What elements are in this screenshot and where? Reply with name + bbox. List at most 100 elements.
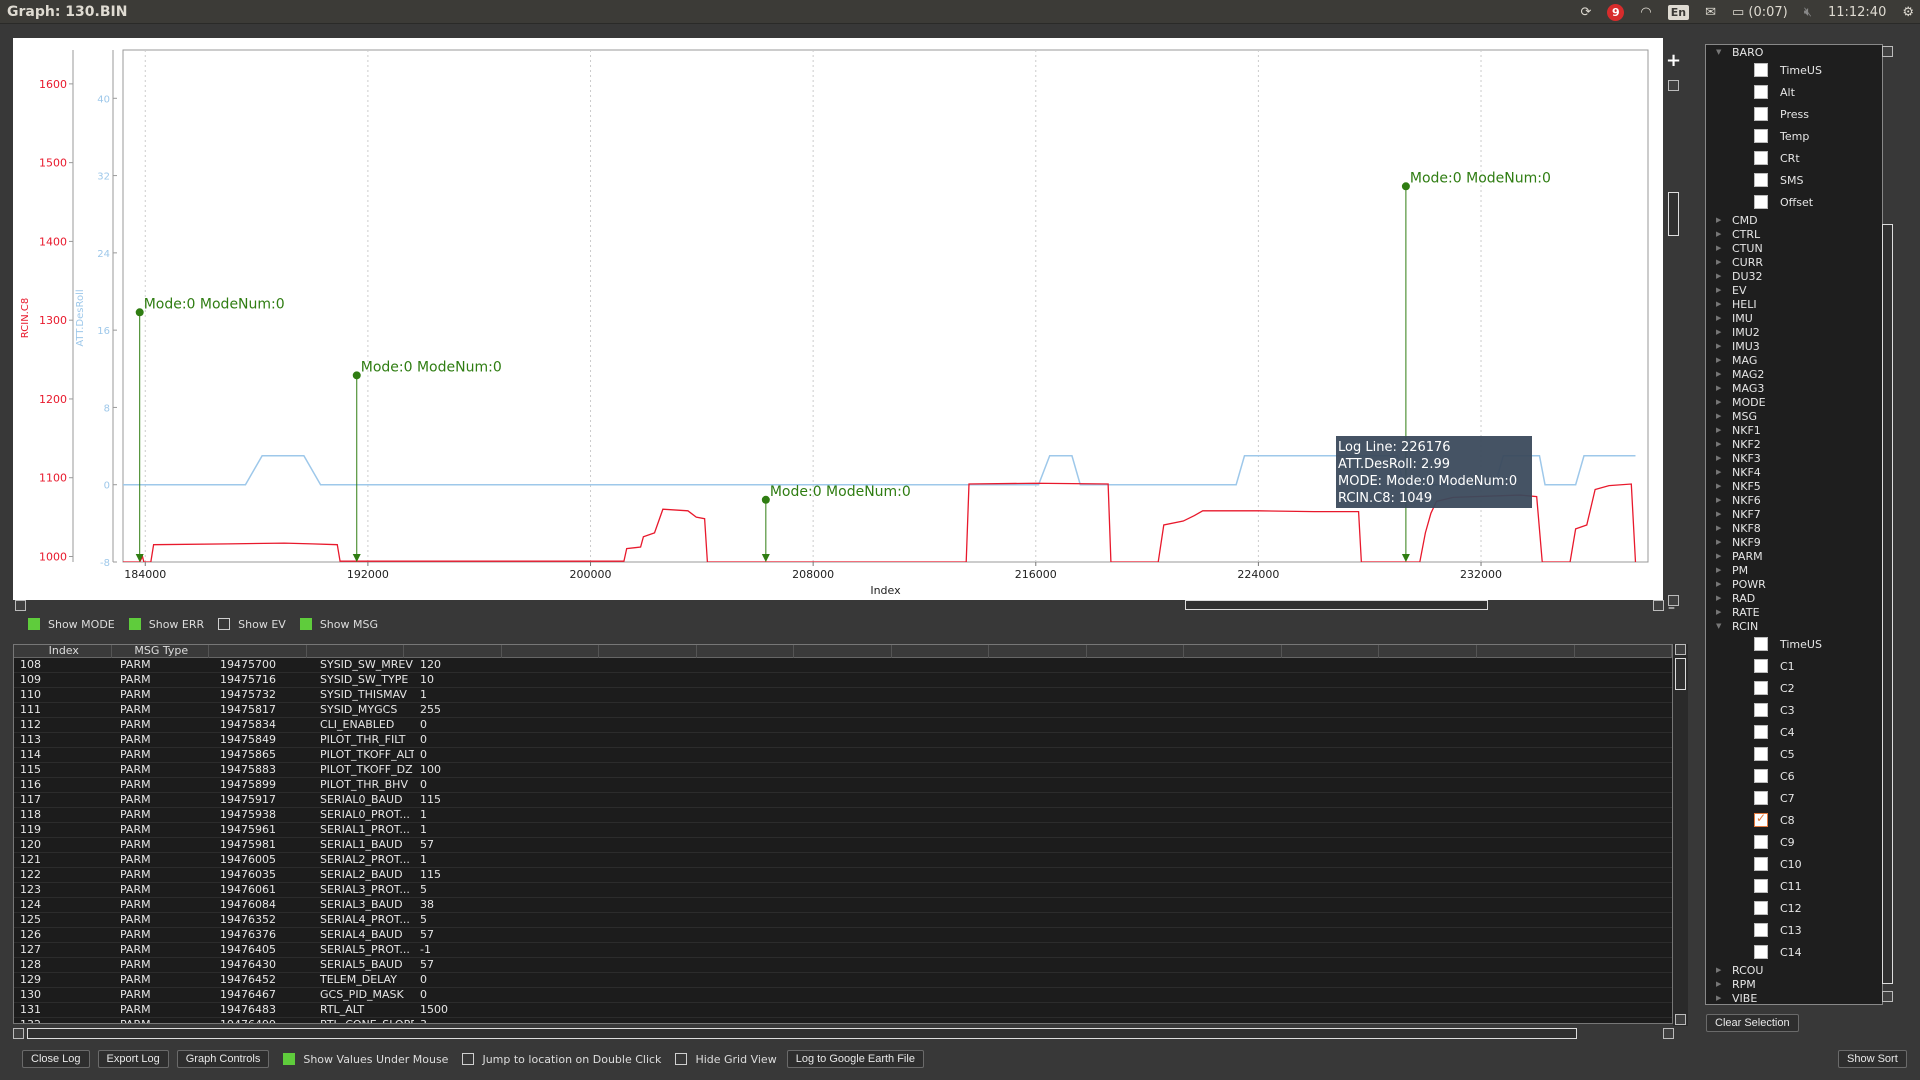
tree-vscroll[interactable]: [1880, 44, 1896, 1005]
table-vscroll[interactable]: [1673, 644, 1688, 1026]
scroll-thumb[interactable]: [27, 1028, 1577, 1039]
checkbox[interactable]: [1754, 857, 1768, 871]
language-indicator[interactable]: En: [1667, 4, 1690, 20]
graph-vscroll[interactable]: [1666, 80, 1682, 615]
table-row[interactable]: 111 PARM 19475817 SYSID_MYGCS 255: [14, 703, 1672, 718]
clear-selection-button[interactable]: Clear Selection: [1706, 1014, 1799, 1032]
expand-right-icon[interactable]: ▶: [1716, 384, 1721, 392]
expand-right-icon[interactable]: ▶: [1716, 468, 1721, 476]
scroll-left-arrow[interactable]: [15, 600, 26, 611]
show-values-toggle[interactable]: Show Values Under Mouse: [283, 1053, 448, 1066]
tree-group-nkf5[interactable]: ▶ NKF5: [1706, 479, 1882, 493]
legend-toggle[interactable]: Show MSG: [299, 618, 378, 631]
scroll-down-arrow[interactable]: [1675, 1014, 1686, 1025]
log-table[interactable]: Index MSG Type 108 PARM 19475700 SYSID_SW_MR…: [13, 644, 1673, 1024]
expand-right-icon[interactable]: ▶: [1716, 300, 1721, 308]
table-row[interactable]: 126 PARM 19476376 SERIAL4_BAUD 57: [14, 928, 1672, 943]
tree-group-nkf1[interactable]: ▶ NKF1: [1706, 423, 1882, 437]
tree-field-c2[interactable]: C2: [1706, 677, 1882, 699]
graph-controls-button[interactable]: Graph Controls: [176, 1050, 270, 1068]
expand-right-icon[interactable]: ▶: [1716, 980, 1721, 988]
expand-right-icon[interactable]: ▶: [1716, 398, 1721, 406]
table-row[interactable]: 109 PARM 19475716 SYSID_SW_TYPE 10: [14, 673, 1672, 688]
tree-field-c6[interactable]: C6: [1706, 765, 1882, 787]
table-row[interactable]: 113 PARM 19475849 PILOT_THR_FILT 0: [14, 733, 1672, 748]
checkbox[interactable]: [675, 1053, 688, 1065]
tree-field-sms[interactable]: SMS: [1706, 169, 1882, 191]
tree-field-offset[interactable]: Offset: [1706, 191, 1882, 213]
tree-group-nkf2[interactable]: ▶ NKF2: [1706, 437, 1882, 451]
tree-group-parm[interactable]: ▶ PARM: [1706, 549, 1882, 563]
table-row[interactable]: 108 PARM 19475700 SYSID_SW_MREV 120: [14, 658, 1672, 673]
expand-right-icon[interactable]: ▶: [1716, 496, 1721, 504]
tree-field-c1[interactable]: C1: [1706, 655, 1882, 677]
legend-toggle[interactable]: Show MODE: [28, 618, 115, 631]
google-earth-button[interactable]: Log to Google Earth File: [786, 1050, 924, 1068]
tree-field-c9[interactable]: C9: [1706, 831, 1882, 853]
volume-mute-icon[interactable]: 🔇︎: [1804, 5, 1812, 20]
tree-group-heli[interactable]: ▶ HELI: [1706, 297, 1882, 311]
tree-field-temp[interactable]: Temp: [1706, 125, 1882, 147]
table-row[interactable]: 116 PARM 19475899 PILOT_THR_BHV 0: [14, 778, 1672, 793]
table-body[interactable]: 108 PARM 19475700 SYSID_SW_MREV 120 109 PARM 19…: [14, 658, 1672, 1023]
clock[interactable]: 11:12:40: [1828, 5, 1886, 20]
tree-group-imu[interactable]: ▶ IMU: [1706, 311, 1882, 325]
checkbox[interactable]: [1754, 129, 1768, 143]
table-row[interactable]: 128 PARM 19476430 SERIAL5_BAUD 57: [14, 958, 1672, 973]
tree-field-c14[interactable]: C14: [1706, 941, 1882, 963]
expand-right-icon[interactable]: ▶: [1716, 342, 1721, 350]
checkbox[interactable]: [1754, 681, 1768, 695]
checkbox[interactable]: [218, 618, 231, 630]
tree-group-rcin[interactable]: ▼ RCIN: [1706, 619, 1882, 633]
tree-group-cmd[interactable]: ▶ CMD: [1706, 213, 1882, 227]
graph-hscroll[interactable]: [13, 599, 1664, 611]
gear-icon[interactable]: ⚙: [1902, 5, 1914, 20]
tree-field-c7[interactable]: C7: [1706, 787, 1882, 809]
expand-right-icon[interactable]: ▶: [1716, 230, 1721, 238]
legend-toggle[interactable]: Show EV: [218, 618, 286, 631]
tree-group-du32[interactable]: ▶ DU32: [1706, 269, 1882, 283]
checkbox-checked[interactable]: [299, 618, 312, 630]
close-log-button[interactable]: Close Log: [22, 1050, 90, 1068]
scroll-up-arrow[interactable]: [1675, 644, 1686, 655]
checkbox[interactable]: [1754, 63, 1768, 77]
tree-field-c3[interactable]: C3: [1706, 699, 1882, 721]
graph-panel[interactable]: 1600 1500 1400 1300 1200 1100 1000 40 32 24 16 8 0 -8…: [13, 38, 1663, 600]
checkbox[interactable]: [462, 1053, 475, 1065]
column-header[interactable]: [1087, 645, 1185, 658]
column-header[interactable]: [989, 645, 1087, 658]
table-row[interactable]: 118 PARM 19475938 SERIAL0_PROT... 1: [14, 808, 1672, 823]
table-row[interactable]: 129 PARM 19476452 TELEM_DELAY 0: [14, 973, 1672, 988]
scroll-thumb[interactable]: [1882, 224, 1893, 984]
expand-right-icon[interactable]: ▶: [1716, 314, 1721, 322]
tree-field-timeus[interactable]: TimeUS: [1706, 59, 1882, 81]
checkbox-checked[interactable]: [128, 618, 141, 630]
column-header[interactable]: [307, 645, 405, 658]
table-row[interactable]: 123 PARM 19476061 SERIAL3_PROT... 5: [14, 883, 1672, 898]
tree-field-c11[interactable]: C11: [1706, 875, 1882, 897]
table-row[interactable]: 130 PARM 19476467 GCS_PID_MASK 0: [14, 988, 1672, 1003]
checkbox[interactable]: [1754, 879, 1768, 893]
notification-badge[interactable]: 9: [1607, 3, 1625, 21]
tree-group-mag3[interactable]: ▶ MAG3: [1706, 381, 1882, 395]
expand-right-icon[interactable]: ▶: [1716, 426, 1721, 434]
tree-group-nkf9[interactable]: ▶ NKF9: [1706, 535, 1882, 549]
wifi-icon[interactable]: ◠: [1640, 5, 1651, 20]
expand-right-icon[interactable]: ▶: [1716, 440, 1721, 448]
tree-group-mode[interactable]: ▶ MODE: [1706, 395, 1882, 409]
expand-down-icon[interactable]: ▼: [1716, 48, 1721, 56]
scroll-left-arrow[interactable]: [13, 1028, 24, 1039]
column-header[interactable]: [1575, 645, 1672, 658]
scroll-down-arrow[interactable]: [1882, 991, 1893, 1002]
show-sort-button[interactable]: Show Sort: [1838, 1050, 1907, 1068]
hide-grid-toggle[interactable]: Hide Grid View: [675, 1053, 777, 1066]
checkbox[interactable]: [1754, 835, 1768, 849]
checkbox[interactable]: [1754, 945, 1768, 959]
table-row[interactable]: 131 PARM 19476483 RTL_ALT 1500: [14, 1003, 1672, 1018]
expand-right-icon[interactable]: ▶: [1716, 356, 1721, 364]
tree-field-c13[interactable]: C13: [1706, 919, 1882, 941]
checkbox[interactable]: [1754, 107, 1768, 121]
tree-field-c8[interactable]: C8: [1706, 809, 1882, 831]
checkbox[interactable]: [1754, 725, 1768, 739]
expand-right-icon[interactable]: ▶: [1716, 966, 1721, 974]
